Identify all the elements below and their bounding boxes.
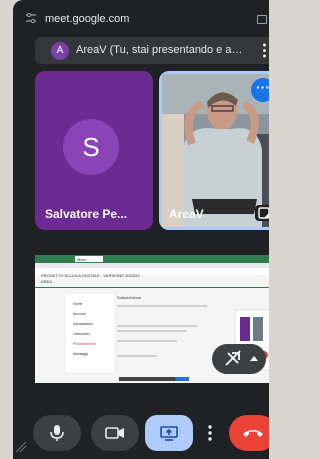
resize-handle-icon <box>15 441 27 453</box>
tabs-icon[interactable] <box>257 15 267 24</box>
avatar: S <box>63 119 119 175</box>
screen-share-off-icon[interactable] <box>212 344 266 374</box>
more-vert-icon <box>208 425 212 441</box>
present-icon <box>160 426 178 441</box>
sidebar-item: Presentazione <box>73 342 95 346</box>
pin-icon[interactable] <box>255 205 269 221</box>
url-bar[interactable]: meet.google.com <box>13 8 269 30</box>
present-button[interactable] <box>145 415 193 451</box>
more-options-button[interactable] <box>199 415 221 451</box>
banner-avatar: A <box>51 42 69 60</box>
shared-title-line: PROGETTO SCUOLA DIGITALE - VERSIONE 2023… <box>41 273 140 278</box>
participant-tile-salvatore[interactable]: S Salvatore Pe... <box>35 71 153 230</box>
url-text[interactable]: meet.google.com <box>45 13 129 25</box>
shared-heading: Sottoscrizioni <box>117 295 141 300</box>
tile-more-icon[interactable]: ··· <box>251 78 269 102</box>
presenting-banner[interactable]: A AreaV (Tu, stai presentando e aggi... <box>35 37 269 64</box>
sidebar-item: Home <box>73 302 82 306</box>
banner-text: AreaV (Tu, stai presentando e aggi... <box>76 44 248 56</box>
mic-button[interactable] <box>33 415 81 451</box>
mic-icon <box>50 425 64 441</box>
sidebar-item: Impostazioni <box>73 322 93 326</box>
meet-app: meet.google.com A AreaV (Tu, stai presen… <box>13 0 269 459</box>
sidebar-item: Calendario <box>73 332 90 336</box>
sidebar-item: Account <box>73 312 86 316</box>
participant-name: Salvatore Pe... <box>45 207 128 221</box>
call-controls <box>13 413 269 453</box>
shared-tab-label: Meet - ... <box>77 257 93 262</box>
shared-subtitle: AREA <box>41 279 52 284</box>
camera-button[interactable] <box>91 415 139 451</box>
sidebar-item: Messaggi <box>73 352 88 356</box>
participant-name: AreaV <box>169 207 204 221</box>
more-vert-icon[interactable] <box>263 43 266 58</box>
stop-sharing-control[interactable] <box>212 344 266 374</box>
videocam-icon <box>105 427 124 439</box>
end-call-button[interactable] <box>229 415 269 451</box>
call-end-icon <box>243 430 263 437</box>
tune-icon[interactable] <box>26 13 36 23</box>
participant-tile-self[interactable]: ··· AreaV <box>159 71 269 230</box>
